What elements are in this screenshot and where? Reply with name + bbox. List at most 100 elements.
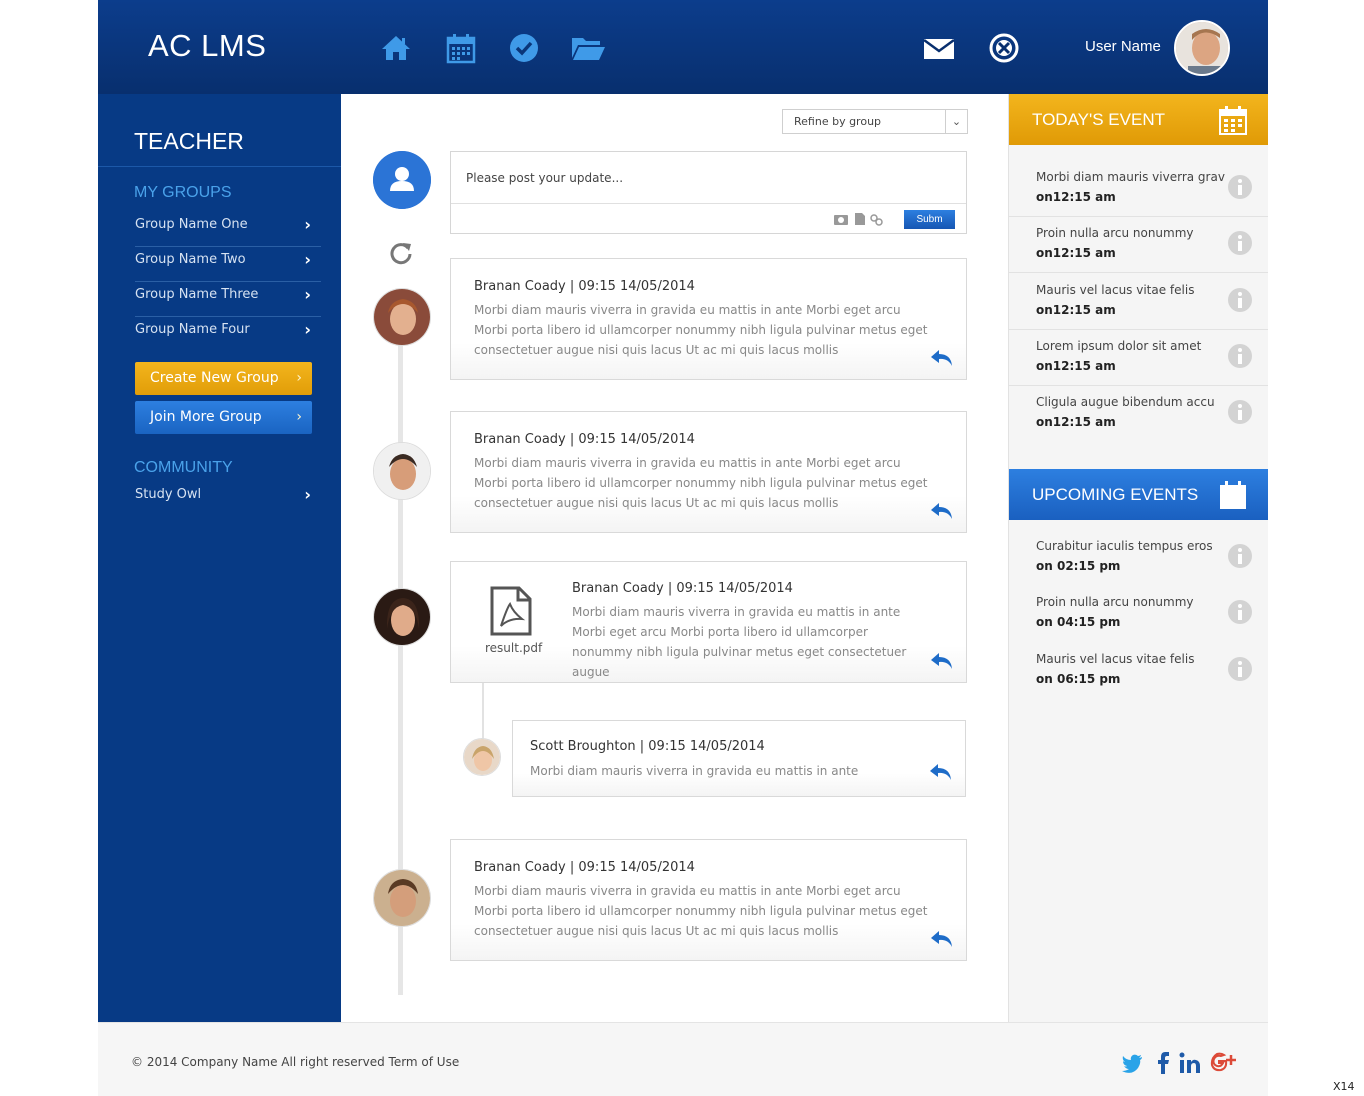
event-item[interactable]: Mauris vel lacus vitae felis on12:15 am	[1009, 273, 1268, 330]
calendar-icon[interactable]	[1219, 105, 1247, 135]
event-item[interactable]: Cligula augue bibendum accu on12:15 am	[1009, 385, 1268, 442]
event-title: Lorem ipsum dolor sit amet	[1036, 339, 1202, 353]
event-item[interactable]: Morbi diam mauris viverra grav on12:15 a…	[1009, 160, 1268, 217]
sidebar-item-group-one[interactable]: Group Name One ›	[135, 212, 321, 247]
reply-author[interactable]: Scott Broughton | 09:15 14/05/2014	[530, 739, 765, 754]
event-time: on12:15 am	[1036, 415, 1116, 429]
user-placeholder-icon	[373, 151, 431, 209]
reply-icon[interactable]	[930, 651, 954, 671]
my-groups-heading: MY GROUPS	[134, 184, 232, 201]
post-author[interactable]: Branan Coady | 09:15 14/05/2014	[474, 860, 695, 875]
sidebar-item-label: Group Name Two	[135, 252, 246, 267]
user-avatar[interactable]	[1174, 20, 1230, 76]
event-time: on12:15 am	[1036, 303, 1116, 317]
top-header: AC LMS User Name	[98, 0, 1268, 94]
check-circle-icon[interactable]	[508, 32, 540, 64]
post-card: Branan Coady | 09:15 14/05/2014 Morbi di…	[450, 839, 967, 961]
create-new-group-button[interactable]: Create New Group ›	[135, 362, 312, 395]
reply-icon[interactable]	[930, 501, 954, 521]
avatar[interactable]	[373, 288, 431, 346]
event-title: Proin nulla arcu nonummy	[1036, 226, 1194, 240]
chevron-right-icon: ›	[304, 250, 311, 269]
event-title: Proin nulla arcu nonummy	[1036, 595, 1194, 609]
info-icon[interactable]	[1227, 174, 1253, 200]
chevron-right-icon: ›	[304, 285, 311, 304]
event-item[interactable]: Curabitur iaculis tempus eros on 02:15 p…	[1009, 529, 1268, 586]
post-update-input[interactable]	[451, 152, 966, 204]
sidebar-item-group-three[interactable]: Group Name Three ›	[135, 282, 321, 317]
calendar-blank-icon[interactable]	[1219, 480, 1247, 510]
create-new-group-label: Create New Group	[150, 370, 279, 386]
chevron-right-icon: ›	[296, 409, 302, 425]
chevron-right-icon: ›	[304, 320, 311, 339]
facebook-icon[interactable]	[1151, 1051, 1175, 1075]
calendar-icon[interactable]	[445, 32, 477, 64]
upcoming-events-header: UPCOMING EVENTS	[1009, 469, 1268, 520]
join-more-group-button[interactable]: Join More Group ›	[135, 401, 312, 434]
event-time: on 04:15 pm	[1036, 615, 1121, 629]
post-composer: Subm	[450, 151, 967, 234]
google-plus-icon[interactable]	[1210, 1051, 1238, 1075]
chevron-right-icon: ›	[296, 370, 302, 386]
event-title: Mauris vel lacus vitae felis	[1036, 283, 1195, 297]
chevron-right-icon: ›	[304, 485, 311, 504]
reply-icon[interactable]	[929, 762, 953, 782]
sidebar-item-label: Group Name Three	[135, 287, 259, 302]
reply-icon[interactable]	[930, 929, 954, 949]
linkedin-icon[interactable]	[1178, 1051, 1202, 1075]
home-icon[interactable]	[380, 32, 412, 64]
avatar[interactable]	[463, 738, 501, 776]
event-item[interactable]: Proin nulla arcu nonummy on12:15 am	[1009, 216, 1268, 273]
camera-icon	[834, 215, 848, 225]
copyright-text: © 2014 Company Name All right reserved T…	[131, 1055, 460, 1069]
app-logo[interactable]: AC LMS	[148, 28, 266, 64]
submit-button[interactable]: Subm	[904, 210, 955, 229]
post-card: Branan Coady | 09:15 14/05/2014 Morbi di…	[450, 258, 967, 380]
avatar[interactable]	[373, 442, 431, 500]
info-icon[interactable]	[1227, 343, 1253, 369]
event-item[interactable]: Lorem ipsum dolor sit amet on12:15 am	[1009, 329, 1268, 386]
info-icon[interactable]	[1227, 287, 1253, 313]
event-title: Mauris vel lacus vitae felis	[1036, 652, 1195, 666]
event-item[interactable]: Proin nulla arcu nonummy on 04:15 pm	[1009, 585, 1268, 642]
refresh-icon[interactable]	[388, 240, 414, 266]
link-icon	[870, 214, 883, 226]
sidebar-item-group-two[interactable]: Group Name Two ›	[135, 247, 321, 282]
sidebar-item-label: Group Name Four	[135, 322, 250, 337]
reply-icon[interactable]	[930, 348, 954, 368]
mail-icon[interactable]	[922, 32, 956, 64]
info-icon[interactable]	[1227, 599, 1253, 625]
avatar[interactable]	[373, 588, 431, 646]
sidebar-title: TEACHER	[134, 128, 244, 154]
twitter-icon[interactable]	[1120, 1051, 1144, 1075]
file-icon	[855, 213, 865, 225]
reply-text: Morbi diam mauris viverra in gravida eu …	[530, 764, 859, 778]
refine-by-group-select[interactable]: Refine by group ⌄	[782, 109, 968, 134]
attachment-filename[interactable]: result.pdf	[485, 641, 542, 655]
todays-event-title: TODAY'S EVENT	[1032, 110, 1165, 129]
close-circle-icon[interactable]	[988, 32, 1020, 64]
post-author[interactable]: Branan Coady | 09:15 14/05/2014	[474, 279, 695, 294]
sidebar-item-label: Study Owl	[135, 487, 202, 502]
info-icon[interactable]	[1227, 656, 1253, 682]
post-text: Morbi diam mauris viverra in gravida eu …	[572, 605, 907, 679]
info-icon[interactable]	[1227, 230, 1253, 256]
sidebar-item-group-four[interactable]: Group Name Four ›	[135, 317, 321, 352]
join-more-group-label: Join More Group	[150, 409, 262, 425]
user-name[interactable]: User Name	[1085, 38, 1161, 55]
post-author[interactable]: Branan Coady | 09:15 14/05/2014	[474, 432, 695, 447]
corner-label: X14	[1333, 1080, 1355, 1093]
post-text: Morbi diam mauris viverra in gravida eu …	[474, 303, 928, 357]
info-icon[interactable]	[1227, 543, 1253, 569]
post-author[interactable]: Branan Coady | 09:15 14/05/2014	[572, 581, 793, 596]
event-item[interactable]: Mauris vel lacus vitae felis on 06:15 pm	[1009, 642, 1268, 699]
page: AC LMS User Name TEACHER MY GROUPS Group…	[98, 0, 1268, 1096]
info-icon[interactable]	[1227, 399, 1253, 425]
avatar[interactable]	[373, 869, 431, 927]
sidebar-divider	[98, 166, 341, 167]
folder-icon[interactable]	[570, 32, 606, 64]
sidebar-item-study-owl[interactable]: Study Owl ›	[135, 482, 321, 517]
event-time: on 02:15 pm	[1036, 559, 1121, 573]
events-panel: TODAY'S EVENT Morbi diam mauris viverra …	[1008, 94, 1268, 1022]
pdf-file-icon[interactable]	[489, 586, 533, 636]
